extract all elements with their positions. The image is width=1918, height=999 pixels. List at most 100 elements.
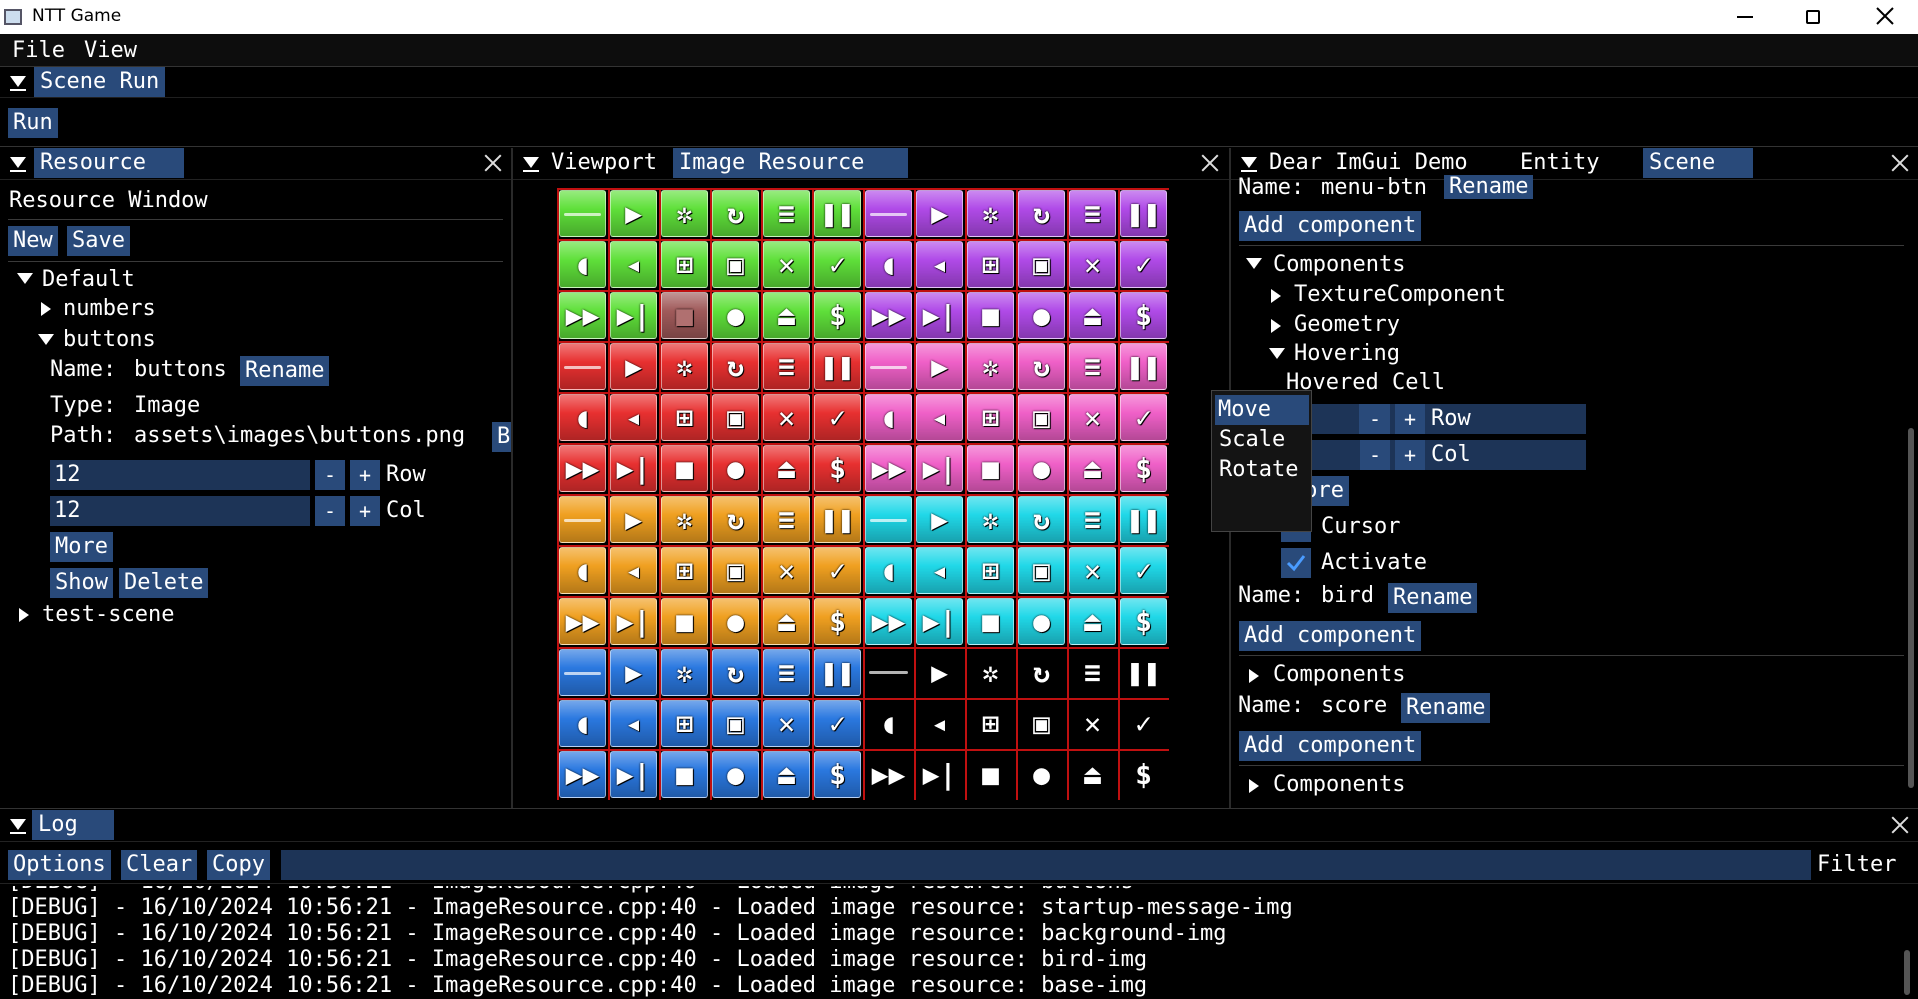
check-icon: ✓: [1120, 700, 1167, 747]
eject-icon: ⏏: [1069, 292, 1116, 339]
collapse-icon[interactable]: [523, 157, 539, 168]
menu-item-rotate[interactable]: Rotate: [1215, 455, 1309, 485]
pause-icon: ❚❚: [814, 190, 861, 237]
collapsed-icon[interactable]: [1249, 779, 1259, 793]
row-input[interactable]: 12: [50, 460, 310, 490]
tab-image-resource[interactable]: Image Resource: [673, 148, 908, 178]
close-icon[interactable]: [1891, 154, 1909, 172]
bar-icon: [865, 649, 912, 696]
browse-button[interactable]: B: [492, 422, 512, 452]
collapse-icon[interactable]: [1241, 157, 1257, 168]
collapse-icon[interactable]: [10, 157, 26, 168]
expand-icon[interactable]: [1269, 348, 1285, 359]
tab-log[interactable]: Log: [32, 810, 114, 840]
menu-file[interactable]: File: [12, 36, 65, 66]
close-icon[interactable]: [1201, 154, 1219, 172]
menu-item-scale[interactable]: Scale: [1215, 425, 1309, 455]
tree-test-scene[interactable]: test-scene: [42, 600, 174, 630]
activate-checkbox[interactable]: [1281, 548, 1311, 578]
expand-icon[interactable]: [1246, 258, 1262, 269]
record-icon: ●: [1018, 598, 1065, 645]
clear-button[interactable]: Clear: [121, 850, 198, 880]
close-icon[interactable]: [484, 154, 502, 172]
save-icon: ▣: [1018, 700, 1065, 747]
col-minus-button[interactable]: -: [315, 496, 345, 526]
collapsed-icon[interactable]: [41, 302, 51, 316]
filter-input[interactable]: [281, 850, 1811, 880]
cart-icon: ⊞: [967, 394, 1014, 441]
add-component-button[interactable]: Add component: [1239, 731, 1422, 761]
tree-numbers[interactable]: numbers: [63, 294, 156, 324]
gear-icon: ✲: [967, 649, 1014, 696]
save-button[interactable]: Save: [67, 226, 130, 256]
rename-button[interactable]: Rename: [1401, 693, 1491, 723]
collapse-icon[interactable]: [10, 819, 26, 830]
row-minus-button[interactable]: -: [315, 460, 345, 490]
options-button[interactable]: Options: [8, 850, 111, 880]
record-icon: ●: [1018, 751, 1065, 798]
col-plus-button[interactable]: +: [350, 496, 380, 526]
expand-icon[interactable]: [17, 273, 33, 284]
delete-button[interactable]: Delete: [119, 568, 209, 598]
close-icon[interactable]: [1874, 5, 1896, 27]
collapsed-icon[interactable]: [19, 608, 29, 622]
rename-button[interactable]: Rename: [240, 356, 330, 386]
entity-name-value: score: [1321, 693, 1388, 718]
more-button[interactable]: More: [50, 532, 113, 562]
texture-component-node[interactable]: TextureComponent: [1294, 280, 1506, 310]
minimize-icon[interactable]: [1737, 16, 1753, 18]
hover-row-minus[interactable]: -: [1360, 404, 1390, 434]
scrollbar[interactable]: [1908, 428, 1914, 788]
show-button[interactable]: Show: [50, 568, 113, 598]
collapse-icon[interactable]: [10, 76, 26, 87]
run-button[interactable]: Run: [8, 108, 58, 138]
menu-item-move[interactable]: Move: [1215, 395, 1309, 425]
tab-entity[interactable]: Entity: [1514, 148, 1629, 178]
rename-button[interactable]: Rename: [1444, 175, 1534, 199]
components-node[interactable]: Components: [1273, 770, 1405, 800]
scrollbar[interactable]: [1904, 950, 1910, 995]
record-icon: ●: [712, 292, 759, 339]
fast-forward-icon: ▶▶: [865, 292, 912, 339]
hovering-node[interactable]: Hovering: [1294, 339, 1400, 369]
restart-icon: ↻: [1018, 649, 1065, 696]
eject-icon: ⏏: [763, 445, 810, 492]
cart-icon: ⊞: [661, 547, 708, 594]
mute-icon: ◂: [916, 241, 963, 288]
bar-icon: [865, 496, 912, 543]
skip-icon: ▶|: [610, 598, 657, 645]
tab-scene[interactable]: Scene: [1643, 148, 1753, 178]
menu-view[interactable]: View: [84, 36, 137, 66]
tree-default[interactable]: Default: [42, 265, 135, 295]
copy-button[interactable]: Copy: [207, 850, 270, 880]
tab-resource[interactable]: Resource: [34, 148, 184, 178]
geometry-node[interactable]: Geometry: [1294, 310, 1400, 340]
expand-icon[interactable]: [38, 334, 54, 345]
row-plus-button[interactable]: +: [350, 460, 380, 490]
restore-icon[interactable]: [1806, 10, 1820, 24]
tab-viewport[interactable]: Viewport: [545, 148, 663, 178]
hover-row-plus-button[interactable]: +: [1395, 404, 1425, 434]
collapsed-icon[interactable]: [1249, 669, 1259, 683]
tab-scene-run[interactable]: Scene Run: [34, 67, 166, 97]
collapsed-icon[interactable]: [1271, 319, 1281, 333]
mute-icon: ◂: [916, 700, 963, 747]
col-input[interactable]: 12: [50, 496, 310, 526]
check-icon: ✓: [1120, 241, 1167, 288]
components-node[interactable]: Components: [1273, 660, 1405, 690]
collapsed-icon[interactable]: [1271, 289, 1281, 303]
sound-icon: ◖: [865, 394, 912, 441]
components-node[interactable]: Components: [1273, 250, 1405, 280]
hover-col-plus-button[interactable]: +: [1395, 440, 1425, 470]
gear-icon: ✲: [967, 343, 1014, 390]
hover-col-minus-button[interactable]: -: [1360, 440, 1390, 470]
add-component-button[interactable]: Add component: [1239, 621, 1422, 651]
sprite-sheet-image[interactable]: ▶ ✲ ↻ ≡ ❚❚ ▶ ✲ ↻ ≡ ❚❚ ◖ ◂ ⊞ ▣ ✕ ✓ ◖ ◂ ⊞ ▣ ✕ ✓ ▶▶ ▶| ■ ● ⏏ $ ▶▶ ▶| ■ ● ⏏ $…: [557, 188, 1169, 800]
close-icon[interactable]: [1891, 816, 1909, 834]
add-component-button[interactable]: Add component: [1239, 211, 1422, 241]
pause-icon: ❚❚: [1120, 649, 1167, 696]
rename-button[interactable]: Rename: [1388, 583, 1478, 613]
new-button[interactable]: New: [8, 226, 58, 256]
tree-buttons[interactable]: buttons: [63, 325, 156, 355]
bar-icon: [865, 190, 912, 237]
